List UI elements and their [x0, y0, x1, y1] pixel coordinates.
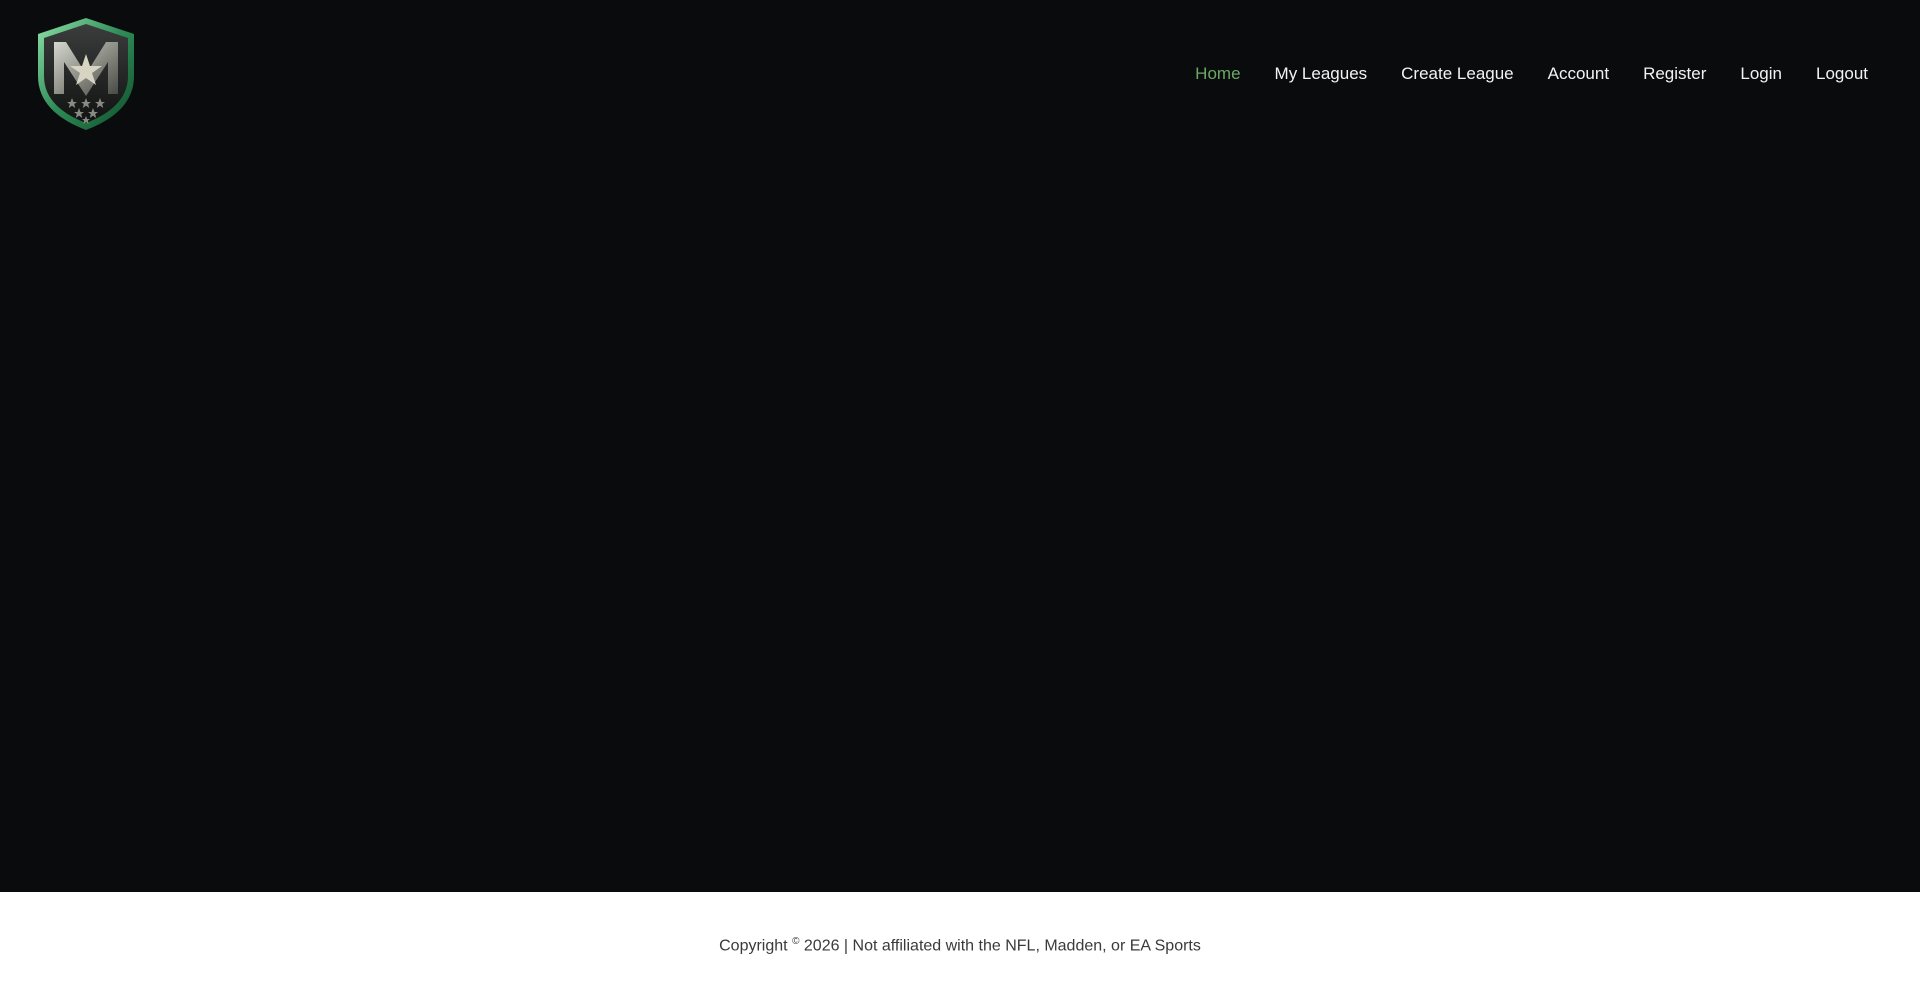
nav-home[interactable]: Home — [1195, 62, 1240, 86]
copyright-symbol: © — [792, 936, 800, 947]
nav-create-league[interactable]: Create League — [1401, 62, 1513, 86]
main-nav: Home My Leagues Create League Account Re… — [1195, 62, 1868, 86]
nav-logout[interactable]: Logout — [1816, 62, 1868, 86]
site-header: Home My Leagues Create League Account Re… — [0, 0, 1920, 150]
nav-account[interactable]: Account — [1548, 62, 1609, 86]
copyright-text: 2026 | Not affiliated with the NFL, Madd… — [803, 937, 1201, 955]
nav-my-leagues[interactable]: My Leagues — [1275, 62, 1368, 86]
app-root: Home My Leagues Create League Account Re… — [0, 0, 1920, 993]
copyright-label: Copyright — [719, 937, 788, 955]
shield-logo-icon — [38, 18, 134, 130]
nav-login[interactable]: Login — [1740, 62, 1782, 86]
main-content-area: Home My Leagues Create League Account Re… — [0, 0, 1920, 892]
footer-copyright: Copyright © 2026 | Not affiliated with t… — [0, 931, 1920, 957]
site-logo-link[interactable] — [34, 16, 138, 132]
nav-register[interactable]: Register — [1643, 62, 1706, 86]
